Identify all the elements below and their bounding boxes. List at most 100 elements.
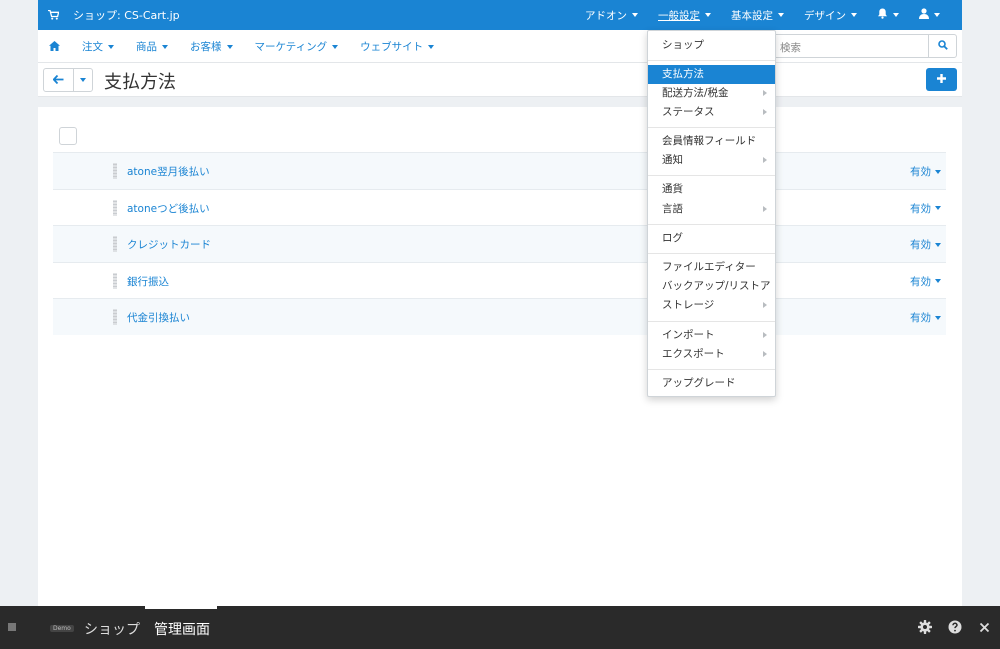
menu-addons-label: アドオン — [585, 9, 627, 22]
status-dropdown[interactable]: 有効 — [910, 274, 941, 289]
menu-item-notifications[interactable]: 通知 — [648, 151, 775, 170]
arrow-left-icon — [52, 74, 64, 87]
help-icon[interactable] — [948, 620, 962, 637]
payment-name-link[interactable]: atone翌月後払い — [127, 164, 210, 179]
menu-divider — [648, 60, 775, 61]
menu-item-label: ステータス — [662, 106, 715, 118]
search-button[interactable] — [928, 34, 957, 58]
menu-general-settings[interactable]: 一般設定 — [648, 0, 721, 30]
chevron-right-icon — [763, 351, 767, 357]
search-input[interactable]: 検索 — [775, 34, 928, 58]
menu-item-label: ショップ — [662, 39, 704, 51]
nav-orders[interactable]: 注文 — [82, 39, 114, 54]
menu-divider — [648, 369, 775, 370]
menu-item-label: ログ — [662, 232, 683, 244]
payment-name-link[interactable]: 銀行振込 — [127, 274, 169, 289]
nav-products-label: 商品 — [136, 41, 157, 53]
nav-website[interactable]: ウェブサイト — [360, 39, 435, 54]
active-tab-indicator — [145, 606, 217, 609]
chevron-right-icon — [763, 90, 767, 96]
tab-shop[interactable]: ショップ — [84, 619, 140, 639]
menu-item-label: ストレージ — [662, 299, 715, 311]
drag-handle-icon[interactable] — [113, 309, 117, 325]
status-label: 有効 — [910, 239, 931, 251]
status-dropdown[interactable]: 有効 — [910, 237, 941, 252]
nav-customers[interactable]: お客様 — [190, 39, 233, 54]
gear-icon[interactable] — [918, 620, 932, 637]
user-icon — [919, 8, 929, 22]
status-dropdown[interactable]: 有効 — [910, 310, 941, 325]
payment-name-link[interactable]: atoneつど後払い — [127, 201, 210, 216]
menu-item-label: エクスポート — [662, 348, 725, 360]
tab-admin[interactable]: 管理画面 — [154, 619, 210, 639]
chevron-down-icon — [332, 44, 339, 49]
nav-marketing[interactable]: マーケティング — [255, 39, 339, 54]
menu-design[interactable]: デザイン — [794, 0, 867, 30]
notifications-menu[interactable] — [867, 0, 909, 30]
menu-divider — [648, 253, 775, 254]
payment-name-link[interactable]: クレジットカード — [127, 237, 211, 252]
general-settings-dropdown: ショップ 支払方法 配送方法/税金 ステータス 会員情報フィールド 通知 通貨 … — [647, 30, 776, 397]
menu-item-logs[interactable]: ログ — [648, 229, 775, 248]
menu-item-payment-methods[interactable]: 支払方法 — [648, 65, 775, 84]
nav-customers-label: お客様 — [190, 41, 222, 53]
chevron-right-icon — [763, 157, 767, 163]
nav-products[interactable]: 商品 — [136, 39, 168, 54]
status-dropdown[interactable]: 有効 — [910, 164, 941, 179]
chevron-down-icon — [162, 44, 168, 49]
menu-item-label: アップグレード — [662, 377, 736, 389]
chevron-down-icon — [778, 13, 784, 17]
menu-divider — [648, 321, 775, 322]
plus-icon — [937, 73, 946, 86]
home-icon[interactable] — [49, 41, 60, 54]
chevron-down-icon — [632, 13, 638, 17]
chevron-down-icon — [935, 279, 941, 283]
back-history-dropdown[interactable] — [74, 69, 92, 91]
menu-item-storage[interactable]: ストレージ — [648, 296, 775, 315]
menu-item-label: ファイルエディター — [662, 261, 756, 273]
menu-item-currencies[interactable]: 通貨 — [648, 180, 775, 199]
menu-item-import[interactable]: インポート — [648, 326, 775, 345]
chevron-down-icon — [226, 44, 233, 49]
chevron-down-icon — [80, 78, 86, 82]
menu-addons[interactable]: アドオン — [575, 0, 648, 30]
menu-item-profile-fields[interactable]: 会員情報フィールド — [648, 132, 775, 151]
menu-item-export[interactable]: エクスポート — [648, 345, 775, 364]
menu-item-shipping-taxes[interactable]: 配送方法/税金 — [648, 84, 775, 103]
menu-item-upgrade[interactable]: アップグレード — [648, 374, 775, 393]
menu-item-backup-restore[interactable]: バックアップ/リストア — [648, 277, 775, 296]
table-row: atoneつど後払い 有効 — [53, 188, 946, 225]
menu-item-shop[interactable]: ショップ — [648, 36, 775, 55]
drag-handle-icon[interactable] — [113, 199, 117, 216]
nav-marketing-label: マーケティング — [254, 41, 328, 53]
menu-item-file-editor[interactable]: ファイルエディター — [648, 258, 775, 277]
menu-design-label: デザイン — [804, 9, 846, 22]
user-menu[interactable] — [909, 0, 950, 30]
menu-basic-settings[interactable]: 基本設定 — [721, 0, 794, 30]
close-icon[interactable] — [979, 620, 990, 637]
drag-handle-icon[interactable] — [113, 163, 117, 179]
chevron-down-icon — [705, 13, 711, 17]
menu-item-statuses[interactable]: ステータス — [648, 103, 775, 122]
status-dropdown[interactable]: 有効 — [910, 201, 941, 216]
drag-handle-icon[interactable] — [113, 272, 117, 289]
nav-orders-label: 注文 — [82, 41, 103, 53]
chevron-right-icon — [763, 206, 767, 212]
chevron-down-icon — [893, 13, 899, 17]
status-label: 有効 — [910, 312, 931, 324]
drag-handle-icon[interactable] — [113, 236, 117, 252]
payment-name-link[interactable]: 代金引換払い — [127, 310, 190, 325]
menu-item-label: 会員情報フィールド — [662, 135, 757, 147]
shop-link[interactable]: ショップ: CS-Cart.jp — [48, 0, 180, 30]
menu-item-languages[interactable]: 言語 — [648, 200, 775, 219]
back-button[interactable] — [44, 69, 74, 91]
add-payment-button[interactable] — [926, 68, 957, 91]
table-row: クレジットカード 有効 — [53, 225, 946, 262]
table-row: atone翌月後払い 有効 — [53, 152, 946, 189]
chevron-right-icon — [763, 332, 767, 338]
select-all-checkbox[interactable] — [59, 127, 77, 145]
demo-badge: Demo — [50, 625, 74, 632]
menu-item-label: バックアップ/リストア — [662, 280, 771, 292]
menu-divider — [648, 127, 775, 128]
top-bar: ショップ: CS-Cart.jp アドオン 一般設定 基本設定 デザイン — [38, 0, 962, 30]
